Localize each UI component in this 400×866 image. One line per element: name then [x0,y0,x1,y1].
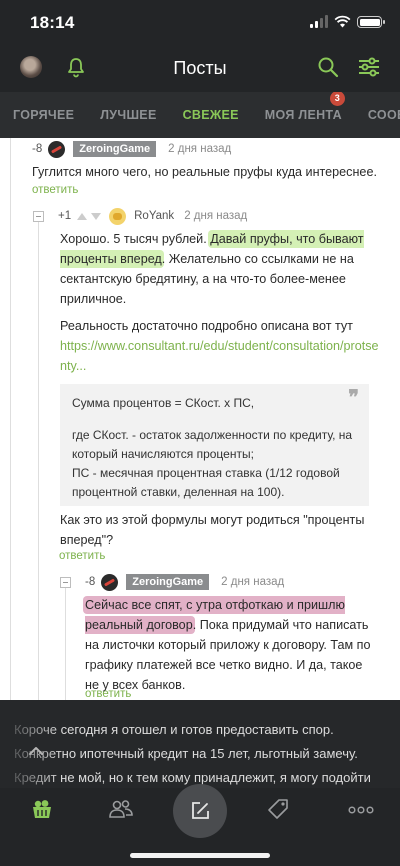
filter-settings-icon[interactable] [358,57,380,77]
more-icon[interactable] [348,806,374,814]
thread-line [10,138,11,700]
quote-line: Сумма процентов = СКост. х ПС, [72,396,255,410]
quote-line: ПС - месячная процентная ставка (1/12 го… [72,466,340,499]
community-icon[interactable] [108,798,134,820]
tab-messages[interactable]: СООБЩЕ [368,108,400,122]
text-fragment: Реальность достаточно подробно описана в… [60,319,353,333]
search-icon[interactable] [317,56,339,78]
comment-header: +1 RoYank 2 дня назад [33,207,247,225]
compose-icon [192,802,209,819]
preview-line: Короче сегодня я отошел и готов предоста… [14,722,334,737]
collapse-toggle[interactable] [60,576,71,588]
create-post-button[interactable] [173,784,227,838]
comment-rating: -8 [85,576,96,588]
comment-header: -8 ZeroingGame 2 дня назад [32,140,231,158]
battery-icon [357,16,385,28]
comment-rating: +1 [58,210,72,222]
comment-text: Гуглится много чего, но реальные пруфы к… [32,165,377,179]
comment-time: 2 дня назад [168,143,232,155]
tab-fresh[interactable]: СВЕЖЕЕ [183,108,239,122]
thread-line [65,584,66,700]
comment-author[interactable]: RoYank [134,210,174,222]
tab-hot[interactable]: ГОРЯЧЕЕ [13,108,74,122]
quote-icon: ❞ [348,385,359,409]
user-avatar[interactable] [48,140,66,158]
collapse-toggle[interactable] [33,210,44,222]
status-icons [310,15,385,28]
comment-paragraph: Как это из этой формулы могут родиться "… [60,513,365,547]
text-fragment: Хорошо. 5 тысяч рублей. [60,232,211,246]
user-avatar[interactable] [101,573,119,591]
chevron-up-icon[interactable] [28,746,44,756]
quote-line: где СКост. - остаток задолженности по кр… [72,428,353,461]
user-avatar[interactable] [109,207,127,225]
quote-block: ❞ Сумма процентов = СКост. х ПС, где СКо… [60,384,369,506]
comment-author[interactable]: ZeroingGame [126,574,210,590]
tag-icon[interactable] [267,798,289,820]
tab-best[interactable]: ЛУЧШЕЕ [100,108,156,122]
tab-my-feed[interactable]: МОЯ ЛЕНТА 3 [264,92,345,122]
preview-line: Конкретно ипотечный кредит на 15 лет, ль… [14,746,358,761]
top-navigation-bar: Посты [0,46,400,92]
cellular-signal-icon [310,15,328,28]
comments-thread: -8 ZeroingGame 2 дня назад Гуглится мног… [0,138,400,700]
comment-paragraph: Хорошо. 5 тысяч рублей. Давай пруфы, что… [60,229,380,309]
downvote-icon[interactable] [91,212,102,220]
comment-paragraph: Реальность достаточно подробно описана в… [60,316,380,376]
thread-line [38,220,39,700]
home-basket-icon[interactable] [30,798,54,820]
comment-header: -8 ZeroingGame 2 дня назад [60,573,284,591]
reply-link[interactable]: ответить [32,184,78,196]
wifi-icon [334,15,351,28]
comment-paragraph: Сейчас все спят, с утра отфоткаю и пришл… [85,595,375,695]
upvote-icon[interactable] [77,212,88,220]
comment-time: 2 дня назад [184,210,248,222]
page-title: Посты [173,58,227,78]
reply-link[interactable]: ответить [59,550,105,562]
reply-link[interactable]: ответить [85,688,131,700]
comment-author[interactable]: ZeroingGame [73,141,157,157]
feed-tabs: ГОРЯЧЕЕ ЛУЧШЕЕ СВЕЖЕЕ МОЯ ЛЕНТА 3 СООБЩЕ [0,92,400,138]
status-bar: 18:14 [0,0,400,46]
tab-my-feed-label: МОЯ ЛЕНТА [264,108,342,122]
external-link[interactable]: https://www.consultant.ru/edu/student/co… [60,339,379,373]
comment-rating: -8 [32,143,43,155]
home-indicator [130,853,270,858]
status-time: 18:14 [30,13,75,32]
comment-time: 2 дня назад [221,576,285,588]
notification-badge: 3 [329,92,345,106]
